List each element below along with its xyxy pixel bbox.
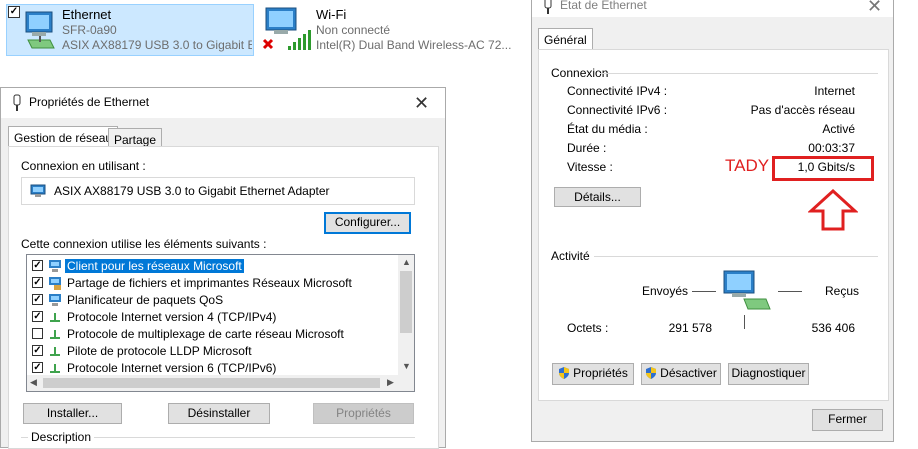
received-line <box>778 291 802 292</box>
protocol-icon <box>50 313 60 322</box>
network-adapter-icon <box>30 184 46 197</box>
protocol-icon <box>50 347 60 356</box>
activity-divider <box>744 315 745 329</box>
adapter-network: SFR-0a90 <box>62 23 117 37</box>
scroll-up-icon[interactable]: ▲ <box>402 257 411 267</box>
properties-button[interactable]: Propriétés <box>552 363 634 385</box>
scroll-left-icon[interactable]: ◀ <box>30 377 37 388</box>
adapter-name: ASIX AX88179 USB 3.0 to Gigabit Ethernet… <box>54 184 330 198</box>
checkbox[interactable]: ✓ <box>32 277 43 288</box>
checkbox-icon[interactable]: ✓ <box>8 6 20 18</box>
ethernet-properties-window: Propriétés de Ethernet ✕ Gestion de rése… <box>0 87 446 449</box>
qos-icon <box>49 294 61 306</box>
shield-icon <box>559 367 570 379</box>
activity-heading: Activité <box>551 249 590 263</box>
adapter-name: Wi-Fi <box>316 7 347 22</box>
wifi-adapter-icon <box>262 7 311 50</box>
checkbox[interactable]: ✓ <box>32 311 43 322</box>
adapter-network: Non connecté <box>316 23 391 37</box>
speed-label: Vitesse : <box>567 160 613 174</box>
protocol-icon <box>50 364 60 373</box>
items-label: Cette connexion utilise les éléments sui… <box>21 237 267 251</box>
install-button[interactable]: Installer... <box>23 403 122 424</box>
close-button[interactable]: Fermer <box>812 409 883 431</box>
bytes-sent-value: 291 578 <box>668 321 712 335</box>
ipv4-value: Internet <box>814 84 855 98</box>
list-item[interactable]: ✓ Partage de fichiers et imprimantes Rés… <box>30 275 400 292</box>
uninstall-button[interactable]: Désinstaller <box>168 403 270 424</box>
file-sharing-icon <box>49 277 61 290</box>
connect-using-label: Connexion en utilisant : <box>21 159 146 173</box>
shield-icon <box>646 367 657 379</box>
list-item[interactable]: ✓ Planificateur de paquets QoS <box>30 292 400 309</box>
properties-title: Propriétés de Ethernet <box>29 95 150 109</box>
list-item[interactable]: ✓ Pilote de protocole LLDP Microsoft <box>30 343 400 360</box>
horizontal-scrollbar[interactable]: ◀ ▶ <box>27 375 414 391</box>
status-title: État de Ethernet <box>560 0 647 12</box>
duration-value: 00:03:37 <box>808 141 855 155</box>
ethernet-status-window: État de Ethernet ✕ Général Connexion Con… <box>531 0 894 442</box>
sent-line <box>692 291 716 292</box>
configure-button[interactable]: Configurer... <box>324 212 411 234</box>
ethernet-adapter-icon <box>25 11 55 49</box>
tab-general[interactable]: Général <box>538 28 593 50</box>
description-label: Description <box>28 430 95 444</box>
up-arrow-annotation-icon <box>808 189 858 231</box>
network-activity-icon <box>723 270 771 310</box>
scroll-down-icon[interactable]: ▼ <box>402 361 411 371</box>
checkbox[interactable] <box>32 328 43 339</box>
list-item[interactable]: ✓ Protocole Internet version 4 (TCP/IPv4… <box>30 309 400 326</box>
button-label: Désactiver <box>660 366 717 380</box>
checkbox[interactable]: ✓ <box>32 260 43 271</box>
list-item-label: Partage de fichiers et imprimantes Résea… <box>67 276 352 290</box>
list-item-label: Planificateur de paquets QoS <box>67 293 224 307</box>
ipv6-value: Pas d'accès réseau <box>750 103 855 117</box>
list-item-label: Protocole Internet version 6 (TCP/IPv6) <box>67 361 277 375</box>
list-item-label: Protocole Internet version 4 (TCP/IPv4) <box>67 310 277 324</box>
network-plug-icon <box>544 0 552 14</box>
received-label: Reçus <box>825 284 860 298</box>
list-item-label: Client pour les réseaux Microsoft <box>65 259 244 273</box>
list-item[interactable]: Protocole de multiplexage de carte résea… <box>30 326 400 343</box>
media-state-value: Activé <box>822 122 855 136</box>
tab-networking[interactable]: Gestion de réseau <box>8 126 119 147</box>
duration-label: Durée : <box>567 141 607 155</box>
annotation-label: TADY <box>725 156 770 175</box>
checkbox[interactable]: ✓ <box>32 362 43 373</box>
group-divider <box>600 73 878 74</box>
close-icon[interactable]: ✕ <box>414 94 429 112</box>
bytes-label: Octets : <box>567 321 609 335</box>
media-state-label: État du média : <box>567 122 648 136</box>
speed-highlight-box <box>772 156 874 181</box>
group-divider <box>594 256 878 257</box>
list-item[interactable]: ✓ Client pour les réseaux Microsoft <box>30 258 400 275</box>
ipv4-label: Connectivité IPv4 : <box>567 84 668 98</box>
diagnose-button[interactable]: Diagnostiquer <box>728 363 809 385</box>
network-client-icon <box>49 260 61 272</box>
sent-label: Envoyés <box>642 284 689 298</box>
checkbox[interactable]: ✓ <box>32 294 43 305</box>
disable-button[interactable]: Désactiver <box>641 363 721 385</box>
list-item-label: Protocole de multiplexage de carte résea… <box>67 327 344 341</box>
scrollbar-thumb[interactable] <box>43 378 380 388</box>
network-plug-icon <box>13 94 21 111</box>
bytes-received-value: 536 406 <box>811 321 855 335</box>
checkbox[interactable]: ✓ <box>32 345 43 356</box>
adapter-name: Ethernet <box>62 7 112 22</box>
button-label: Propriétés <box>573 366 628 380</box>
tab-sharing[interactable]: Partage <box>108 128 163 147</box>
vertical-scrollbar[interactable]: ▲ ▼ <box>398 255 414 375</box>
protocol-icon <box>50 330 60 339</box>
close-icon[interactable]: ✕ <box>867 0 882 15</box>
list-item-label: Pilote de protocole LLDP Microsoft <box>67 344 252 358</box>
scrollbar-thumb[interactable] <box>400 271 412 333</box>
details-button[interactable]: Détails... <box>554 187 641 207</box>
adapter-device: ASIX AX88179 USB 3.0 to Gigabit E... <box>62 38 252 52</box>
adapter-device: Intel(R) Dual Band Wireless-AC 72... <box>316 38 512 52</box>
properties-button[interactable]: Propriétés <box>313 403 414 424</box>
components-list: ✓ Client pour les réseaux Microsoft ✓ Pa… <box>26 254 415 392</box>
scroll-right-icon[interactable]: ▶ <box>387 377 394 388</box>
adapter-field: ASIX AX88179 USB 3.0 to Gigabit Ethernet… <box>21 177 415 205</box>
ipv6-label: Connectivité IPv6 : <box>567 103 668 117</box>
